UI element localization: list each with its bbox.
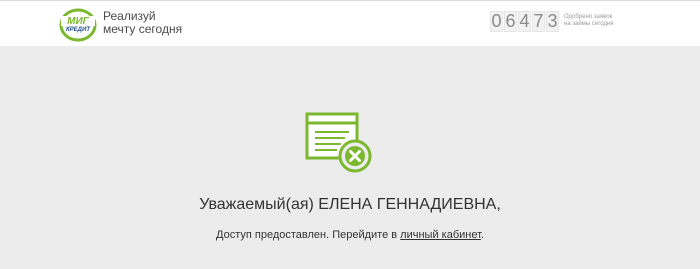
svg-text:МИГ: МИГ	[67, 16, 90, 27]
counter-digit: 3	[546, 11, 559, 32]
mig-kredit-logo[interactable]: МИГ КРЕДИТ	[59, 8, 97, 42]
approved-counter: 0 6 4 7 3	[490, 11, 559, 32]
access-message: Доступ предоставлен. Перейдите в личный …	[0, 229, 700, 241]
counter-digit: 0	[490, 11, 503, 32]
document-rejected-icon	[305, 112, 372, 173]
message-prefix: Доступ предоставлен. Перейдите в	[216, 229, 401, 241]
header: МИГ КРЕДИТ Реализуй мечту сегодня 0 6 4 …	[0, 0, 700, 46]
message-suffix: .	[480, 229, 484, 241]
counter-caption-line-1: Одобрено заявок	[564, 14, 613, 20]
counter-caption-line-2: на займы сегодня	[564, 21, 614, 27]
counter-digit: 6	[504, 11, 517, 32]
personal-account-link[interactable]: личный кабинет	[400, 229, 481, 241]
svg-text:КРЕДИТ: КРЕДИТ	[66, 27, 91, 33]
slogan: Реализуй мечту сегодня	[103, 10, 182, 36]
counter-digit: 4	[518, 11, 531, 32]
counter-caption: Одобрено заявок на займы сегодня	[564, 14, 614, 28]
greeting-text: Уважаемый(ая) ЕЛЕНА ГЕННАДИЕВНА,	[199, 196, 501, 213]
counter-digit: 7	[532, 11, 545, 32]
slogan-line-2: мечту сегодня	[103, 22, 183, 36]
